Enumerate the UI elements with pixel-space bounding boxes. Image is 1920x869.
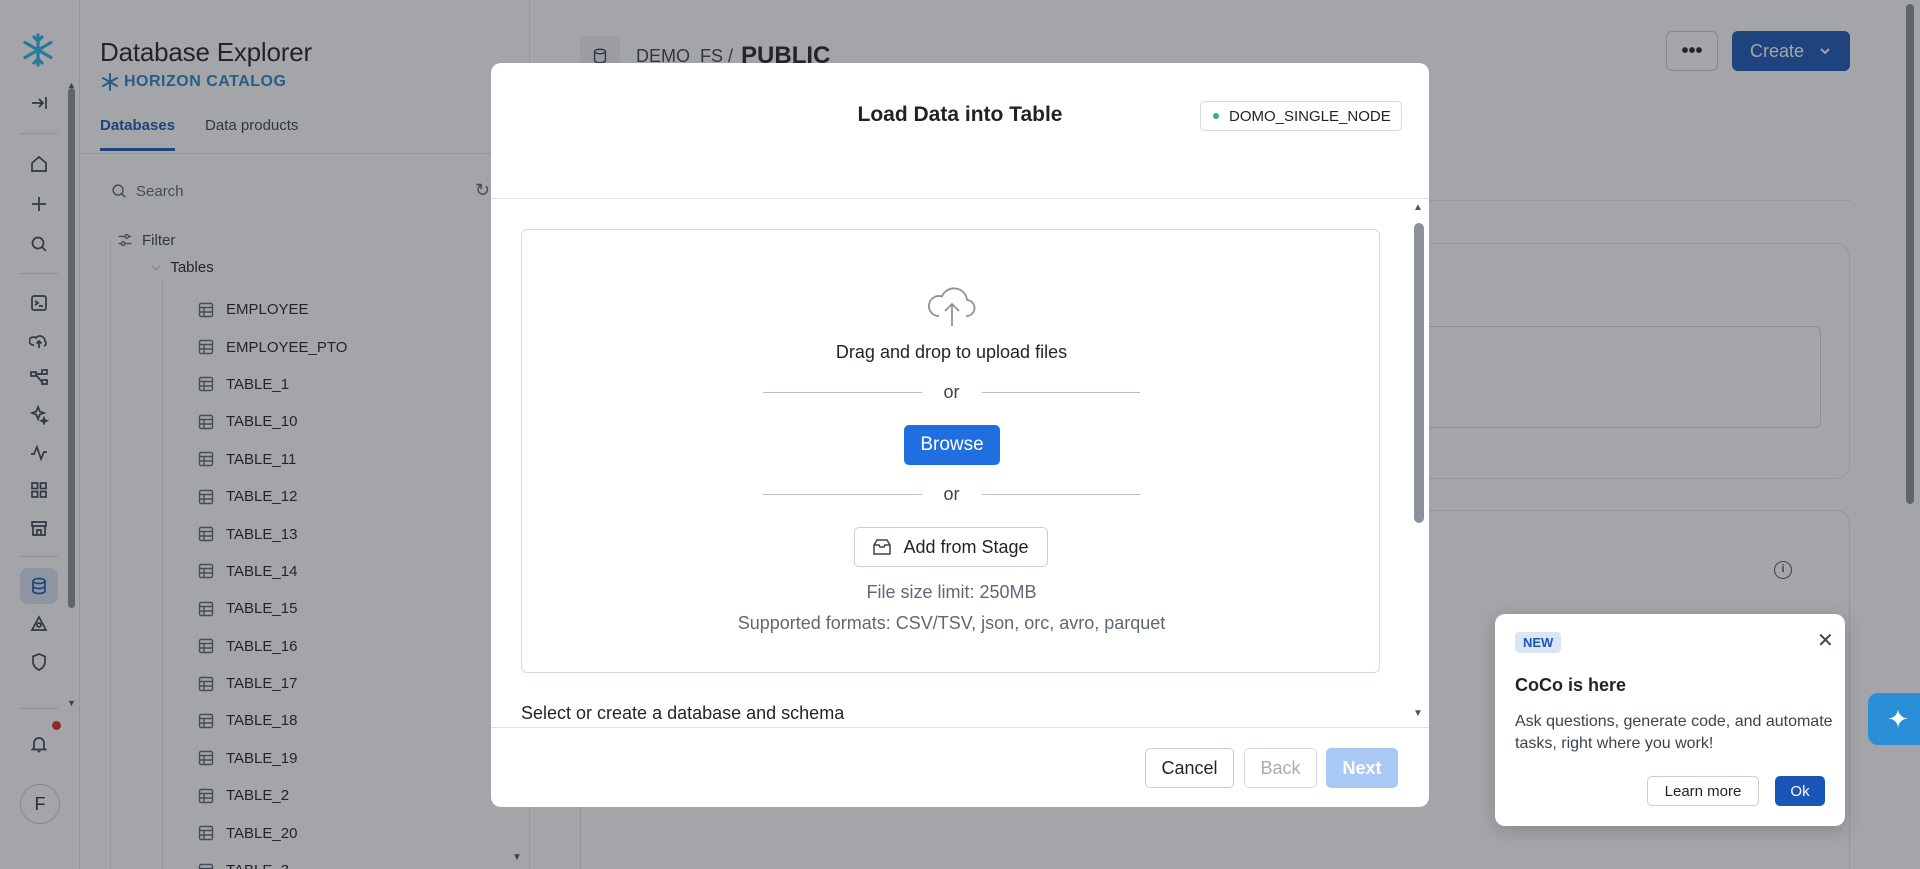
learn-more-button[interactable]: Learn more: [1647, 776, 1759, 806]
close-icon[interactable]: ✕: [1817, 628, 1834, 653]
or-text: or: [943, 483, 960, 504]
modal-scrollbar[interactable]: [1414, 223, 1424, 523]
next-button[interactable]: Next: [1326, 748, 1398, 788]
coco-body: Ask questions, generate code, and automa…: [1515, 713, 1833, 752]
add-from-stage-label: Add from Stage: [903, 536, 1029, 557]
cloud-upload-icon: [924, 280, 980, 328]
drag-drop-text: Drag and drop to upload files: [835, 342, 1068, 362]
file-size-limit: File size limit: 250MB: [866, 582, 1037, 602]
or-text: or: [943, 381, 960, 402]
copilot-sparkle-icon[interactable]: ✦: [1868, 693, 1920, 745]
database-schema-section-label: Select or create a database and schema: [521, 703, 845, 723]
or-divider: or: [763, 381, 1141, 403]
modal-footer-divider: [491, 727, 1429, 728]
browse-button[interactable]: Browse: [904, 425, 1000, 465]
modal-header-divider: [491, 198, 1429, 199]
or-divider: or: [763, 483, 1141, 505]
coco-announcement-popover: NEW ✕ CoCo is here Ask questions, genera…: [1495, 614, 1845, 826]
warehouse-status-dot: [1213, 113, 1219, 119]
cancel-button[interactable]: Cancel: [1145, 748, 1234, 788]
warehouse-selector[interactable]: DOMO_SINGLE_NODE: [1200, 101, 1402, 131]
warehouse-label: DOMO_SINGLE_NODE: [1229, 107, 1391, 125]
supported-formats: Supported formats: CSV/TSV, json, orc, a…: [737, 613, 1166, 633]
new-badge: NEW: [1515, 632, 1562, 653]
file-dropzone[interactable]: Drag and drop to upload files or Browse …: [521, 229, 1380, 673]
scroll-up-icon[interactable]: ▲: [1413, 202, 1423, 213]
add-from-stage-button[interactable]: Add from Stage: [854, 527, 1048, 567]
ok-button[interactable]: Ok: [1775, 776, 1825, 806]
stage-icon: [873, 539, 892, 555]
coco-title: CoCo is here: [1515, 675, 1627, 695]
scroll-down-icon[interactable]: ▼: [1413, 708, 1423, 719]
load-data-modal: Load Data into Table DOMO_SINGLE_NODE Dr…: [491, 63, 1429, 807]
back-button[interactable]: Back: [1244, 748, 1317, 788]
